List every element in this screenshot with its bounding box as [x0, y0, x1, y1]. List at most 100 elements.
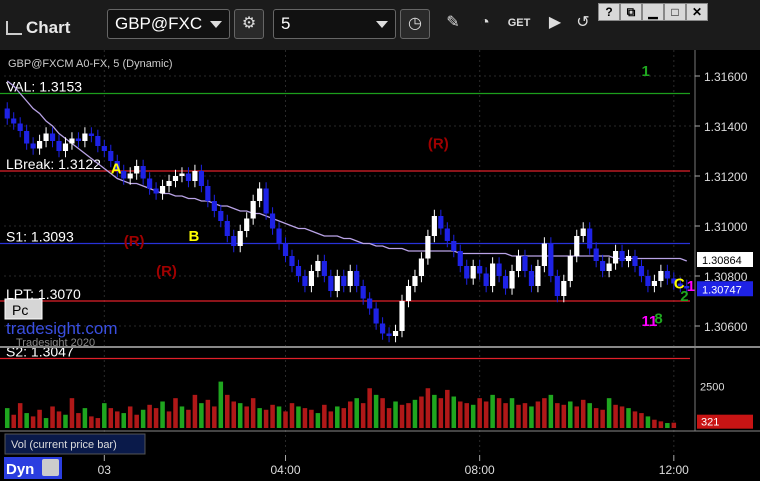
- volume-bar: [43, 418, 49, 428]
- volume-bar: [548, 394, 554, 428]
- x-tick-label: 08:00: [465, 463, 495, 477]
- candle: [593, 248, 599, 261]
- volume-bar: [153, 408, 159, 428]
- candle: [250, 201, 256, 219]
- volume-bar: [555, 403, 560, 428]
- volume-bar: [412, 399, 418, 428]
- volume-bar: [451, 396, 457, 428]
- volume-bar: [263, 409, 269, 428]
- candle: [535, 266, 541, 286]
- volume-bar: [296, 406, 301, 428]
- volume-bar: [470, 404, 476, 428]
- candle: [457, 251, 463, 266]
- candle: [528, 271, 535, 286]
- candle: [347, 271, 353, 286]
- volume-bar: [309, 409, 314, 428]
- volume-bar: [69, 398, 75, 428]
- volume-bar: [82, 408, 88, 428]
- candle: [373, 308, 379, 324]
- volume-bar: [276, 406, 282, 428]
- volume-bar: [244, 406, 249, 428]
- studies-button[interactable]: ◔: [470, 9, 500, 39]
- play-icon: ▶: [548, 14, 562, 31]
- volume-tick-label: 2500: [700, 382, 724, 394]
- candle: [619, 251, 625, 261]
- annotation-label: (R): [428, 136, 449, 153]
- link-button[interactable]: ⧉: [620, 3, 642, 21]
- history-button[interactable]: ↺: [568, 9, 598, 39]
- candle: [140, 166, 146, 179]
- volume-bar: [147, 404, 152, 428]
- time-axis: [0, 455, 760, 481]
- candle: [658, 271, 664, 281]
- candle: [392, 331, 399, 336]
- volume-bar: [134, 414, 139, 428]
- annotation-label: A: [111, 161, 122, 178]
- interval-select[interactable]: 5: [273, 9, 396, 39]
- candle: [263, 188, 269, 214]
- play-button[interactable]: ▶: [540, 9, 570, 39]
- candle: [95, 136, 101, 146]
- volume-bar: [289, 403, 295, 428]
- volume-bar: [166, 411, 172, 428]
- chart-title: GBP@FXCM A0-FX, 5 (Dynamic): [8, 58, 173, 70]
- watermark-sub: Tradesight 2020: [16, 337, 95, 349]
- volume-bar: [613, 404, 618, 428]
- candle: [198, 171, 204, 186]
- volume-bar: [30, 416, 36, 428]
- candle: [380, 323, 386, 334]
- app-title: Chart: [6, 13, 70, 43]
- candle: [328, 276, 334, 291]
- volume-bar: [606, 398, 612, 428]
- candle: [43, 133, 49, 141]
- candle: [69, 138, 75, 144]
- candle: [431, 216, 437, 236]
- time-button[interactable]: ◷: [400, 9, 430, 39]
- maximize-button[interactable]: □: [664, 3, 686, 21]
- volume-bar: [632, 411, 638, 428]
- volume-bar: [4, 408, 10, 428]
- close-button[interactable]: ✕: [686, 3, 708, 21]
- candle: [645, 276, 651, 286]
- volume-bar: [529, 406, 534, 428]
- current-price-label: 1.30747: [702, 284, 742, 296]
- gear-icon: ⚙: [241, 15, 257, 32]
- candle: [580, 228, 586, 236]
- current-volume-label: 321: [701, 417, 719, 429]
- candle: [276, 228, 282, 244]
- volume-bar: [179, 406, 185, 428]
- minimize-button[interactable]: ▁: [642, 3, 664, 21]
- candle: [386, 333, 392, 336]
- candle: [483, 273, 489, 286]
- volume-bar: [425, 388, 431, 428]
- draw-button[interactable]: ✎: [438, 9, 468, 39]
- y-tick-label: 1.31600: [704, 70, 748, 84]
- get-data-button[interactable]: GET: [503, 9, 535, 39]
- candle: [302, 276, 308, 286]
- volume-bar: [639, 413, 644, 428]
- volume-bar: [50, 406, 55, 428]
- symbol-select[interactable]: GBP@FXC: [107, 9, 230, 39]
- volume-bar: [509, 398, 515, 428]
- volume-bar: [600, 409, 605, 428]
- volume-bar: [212, 406, 217, 428]
- pane-button-label: Pc: [12, 302, 28, 318]
- lock-icon[interactable]: [42, 459, 59, 476]
- minimize-icon: ▁: [648, 5, 658, 19]
- help-button[interactable]: ?: [598, 3, 620, 21]
- candle: [101, 146, 107, 151]
- candle: [321, 261, 327, 276]
- y-tick-label: 1.30600: [704, 320, 748, 334]
- chart-area[interactable]: VAL: 1.3153LBreak: 1.3122S1: 1.3093LPT: …: [0, 50, 760, 481]
- candle: [418, 258, 425, 276]
- candle: [17, 123, 23, 131]
- volume-bar: [108, 408, 114, 428]
- settings-button[interactable]: ⚙: [234, 9, 264, 39]
- volume-bar: [671, 422, 677, 428]
- volume-bar: [218, 381, 224, 428]
- candle: [451, 241, 457, 251]
- annotation-label: B: [188, 228, 199, 245]
- volume-bar: [250, 398, 256, 428]
- candle: [147, 178, 153, 189]
- help-icon: ?: [605, 5, 613, 19]
